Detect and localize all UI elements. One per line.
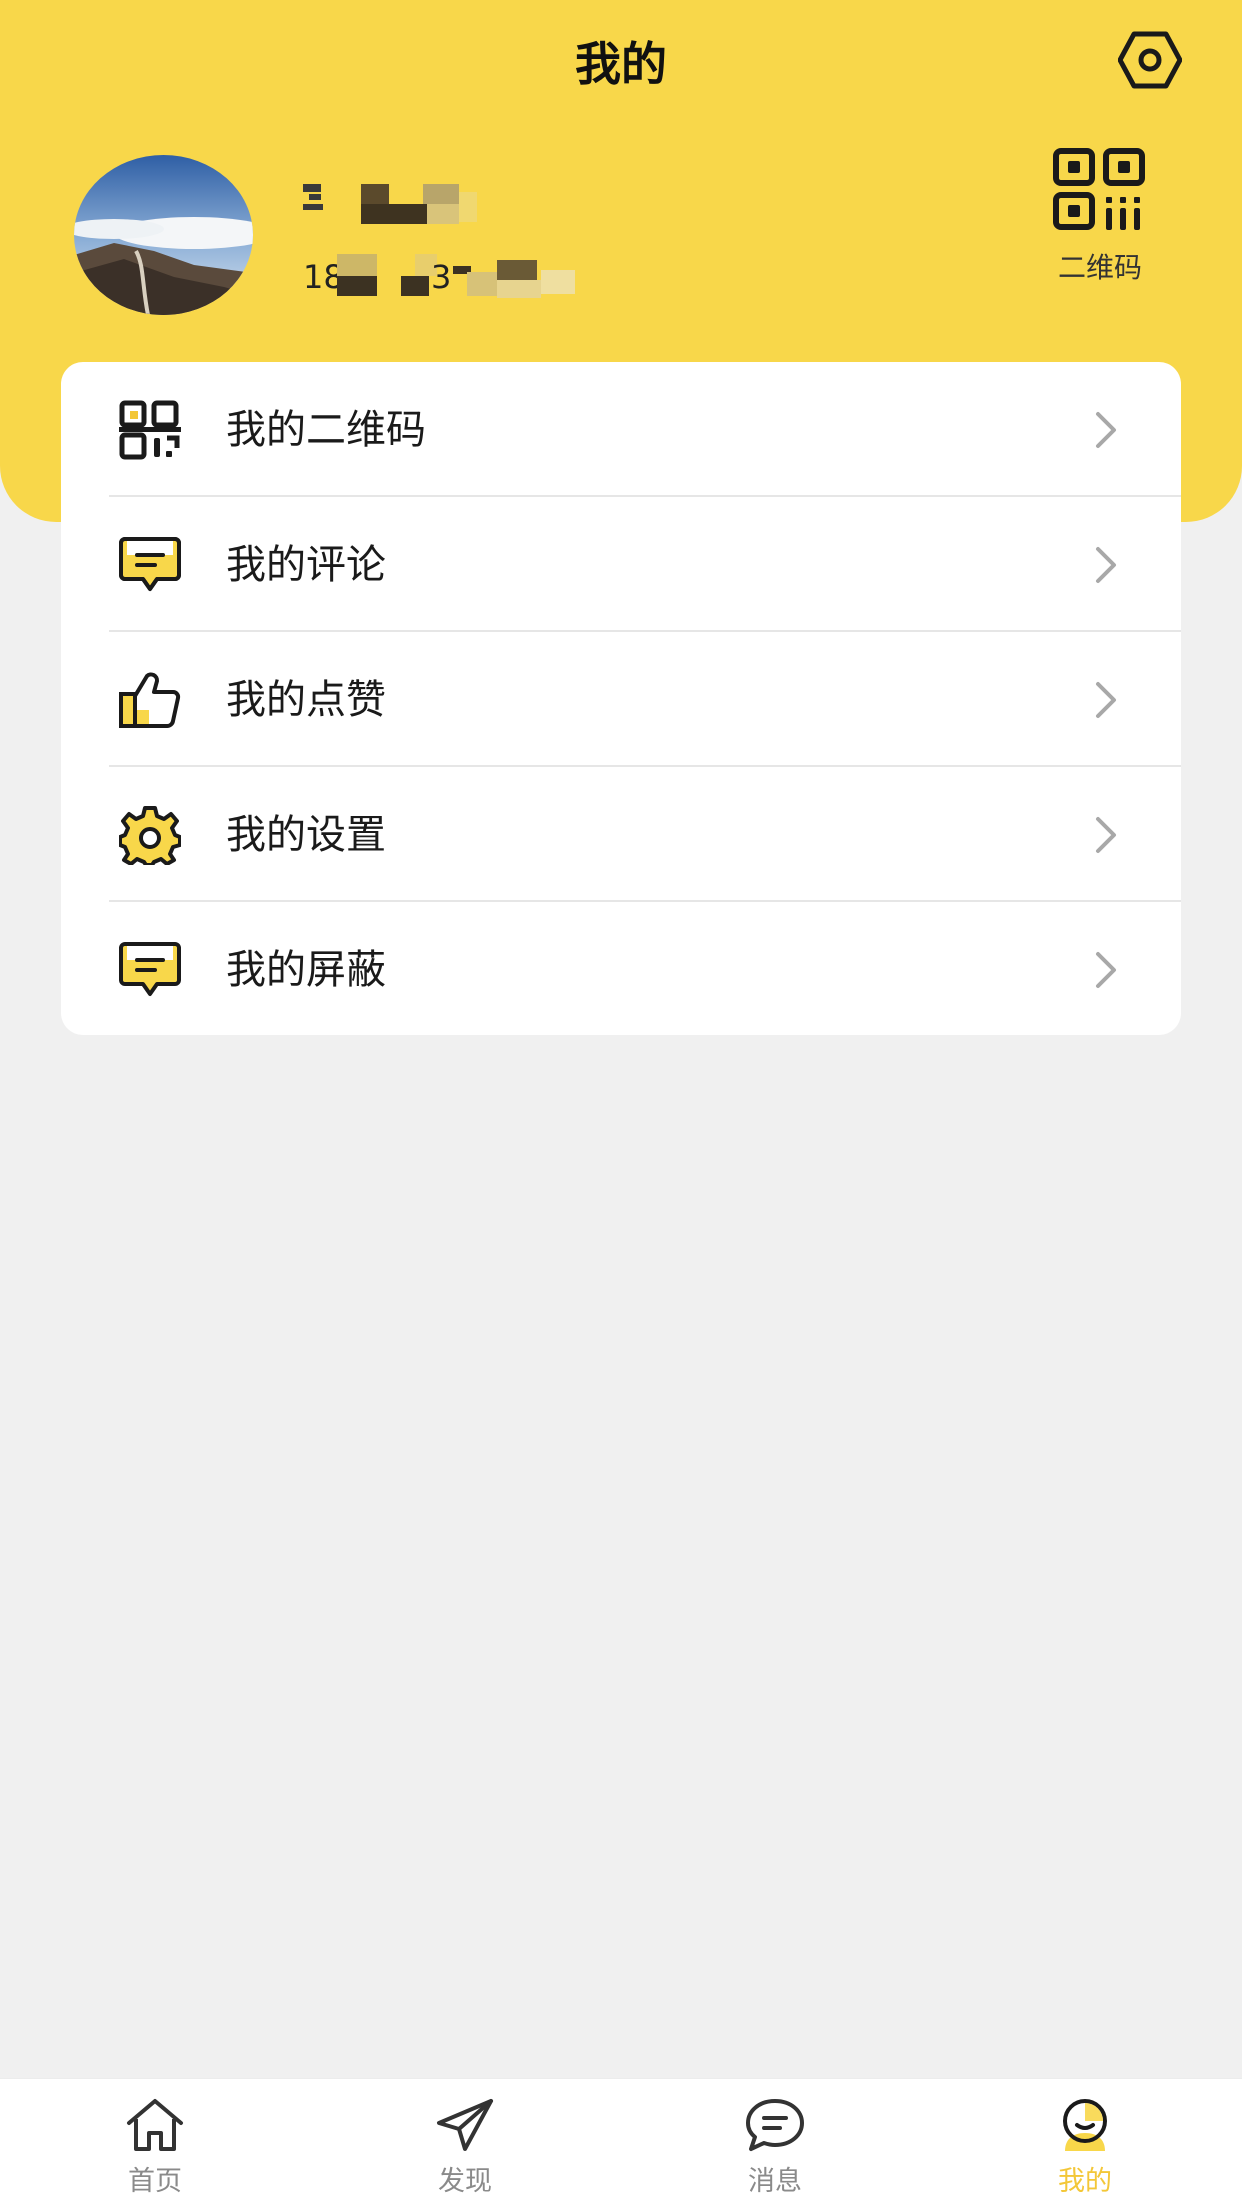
menu-item-label: 我的点赞: [226, 677, 386, 723]
thumbs-up-icon: [119, 672, 181, 728]
paper-plane-icon: [437, 2099, 493, 2151]
landscape-avatar-image: [74, 155, 253, 315]
user-name: [303, 170, 503, 230]
chat-bubble-icon: [746, 2099, 804, 2151]
tab-messages[interactable]: 消息: [695, 2079, 855, 2208]
menu-card: 我的二维码 我的评论 我的点赞 我的设置 我的屏蔽: [61, 362, 1181, 1035]
menu-item-likes[interactable]: 我的点赞: [61, 632, 1181, 767]
blurred-name: [303, 184, 321, 192]
hexagon-settings-icon: [1117, 31, 1183, 89]
menu-item-settings[interactable]: 我的设置: [61, 767, 1181, 902]
qr-code-shortcut[interactable]: 二维码: [1040, 148, 1160, 296]
chevron-right-icon: [1096, 682, 1116, 718]
user-icon: [1063, 2099, 1107, 2151]
avatar[interactable]: [74, 155, 253, 315]
menu-item-label: 我的评论: [226, 542, 386, 588]
menu-item-blocked[interactable]: 我的屏蔽: [61, 902, 1181, 1035]
tab-label: 发现: [438, 2166, 492, 2197]
tab-discover[interactable]: 发现: [385, 2079, 545, 2208]
menu-item-label: 我的二维码: [226, 407, 426, 453]
chevron-right-icon: [1096, 547, 1116, 583]
user-phone: 18 3: [303, 250, 575, 304]
menu-item-qr-code[interactable]: 我的二维码: [61, 362, 1181, 497]
settings-button[interactable]: [1117, 28, 1183, 92]
tab-home[interactable]: 首页: [75, 2079, 235, 2208]
gear-icon: [119, 806, 181, 865]
menu-item-label: 我的屏蔽: [226, 947, 386, 993]
block-message-icon: [119, 942, 181, 996]
chevron-right-icon: [1096, 817, 1116, 853]
menu-item-comments[interactable]: 我的评论: [61, 497, 1181, 632]
chevron-right-icon: [1096, 952, 1116, 988]
qr-code-icon: [119, 400, 181, 460]
menu-item-label: 我的设置: [226, 812, 386, 858]
chevron-right-icon: [1096, 412, 1116, 448]
home-icon: [127, 2099, 183, 2151]
page-title: 我的: [575, 37, 667, 91]
tab-me[interactable]: 我的: [1005, 2079, 1165, 2208]
tab-label: 首页: [128, 2166, 182, 2197]
tab-label: 我的: [1058, 2166, 1112, 2197]
qr-code-icon: [1053, 148, 1145, 230]
qr-code-label: 二维码: [1057, 251, 1142, 284]
blurred-phone: [337, 254, 377, 276]
comment-icon: [119, 537, 181, 591]
bottom-tab-bar: 首页 发现 消息 我的: [0, 2078, 1242, 2208]
tab-label: 消息: [748, 2166, 802, 2197]
